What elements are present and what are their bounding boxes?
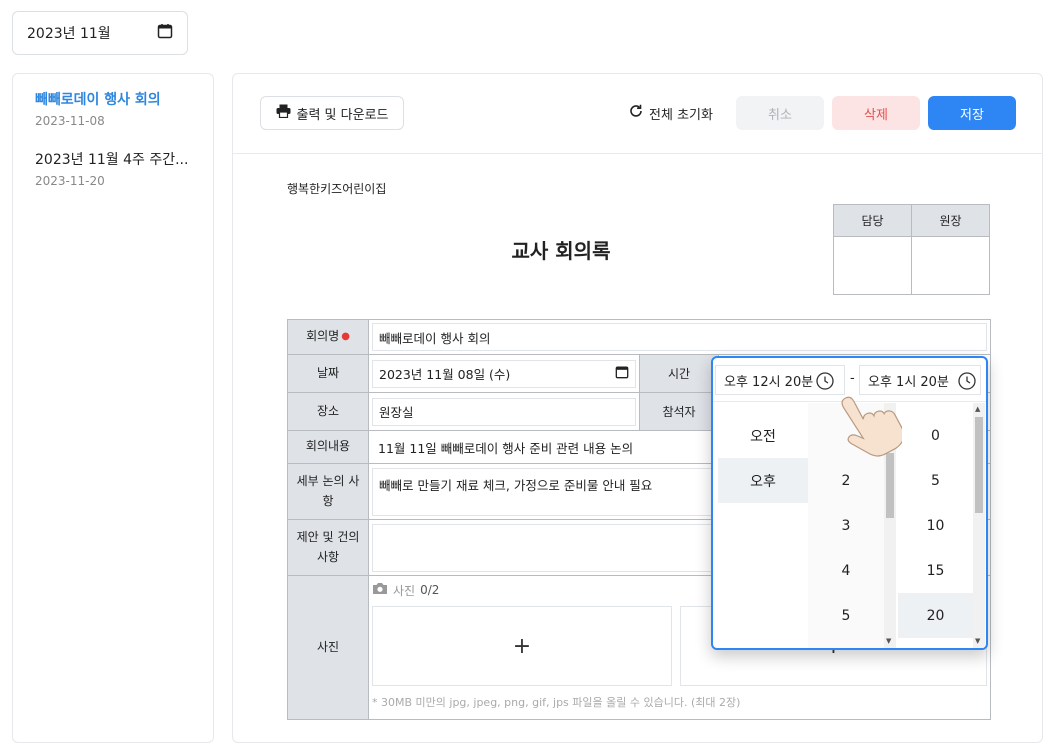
meeting-list-sidebar: 빼빼로데이 행사 회의 2023-11-08 2023년 11월 4주 주간..… <box>12 73 214 743</box>
minute-option[interactable]: 0 <box>898 413 973 458</box>
form-label-suggestion: 제안 및 건의 사항 <box>288 520 369 575</box>
ampm-option-pm[interactable]: 오후 <box>718 458 808 503</box>
pointer-hand-icon <box>832 388 905 460</box>
form-label-detail: 세부 논의 사항 <box>288 464 369 519</box>
photo-count: 0/2 <box>420 583 440 597</box>
scroll-up-arrow-icon[interactable]: ▲ <box>975 406 980 413</box>
calendar-icon <box>615 365 629 382</box>
scroll-down-arrow-icon[interactable]: ▼ <box>975 638 980 645</box>
start-time-input[interactable]: 오후 12시 20분 <box>715 365 845 395</box>
hour-option[interactable]: 2 <box>808 458 884 503</box>
hour-option[interactable]: 3 <box>808 503 884 548</box>
minute-scrollbar[interactable]: ▲ ▼ <box>973 403 985 648</box>
month-picker-value: 2023년 11월 <box>27 26 111 42</box>
approval-header-manager: 담당 <box>833 204 912 237</box>
form-label-name: 회의명 ● <box>288 320 369 354</box>
date-value: 2023년 11월 08일 (수) <box>379 367 511 382</box>
document-title: 교사 회의록 <box>511 239 611 263</box>
calendar-icon <box>157 23 173 43</box>
required-dot-icon: ● <box>341 331 350 342</box>
form-label-time: 시간 <box>639 355 719 392</box>
place-input[interactable]: 원장실 <box>372 397 636 426</box>
organization-name: 행복한키즈어린이집 <box>287 182 387 196</box>
photo-upload-slot-1[interactable]: + <box>372 606 672 686</box>
print-download-label: 출력 및 다운로드 <box>296 107 389 123</box>
ampm-column: 오전 오후 <box>718 403 808 648</box>
reset-all-label: 전체 초기화 <box>649 107 713 123</box>
approval-sign-manager[interactable] <box>833 236 912 295</box>
ampm-option-am[interactable]: 오전 <box>718 413 808 458</box>
hour-scrollbar-thumb[interactable] <box>886 453 894 518</box>
form-label-content: 회의내용 <box>288 431 369 463</box>
start-time-value: 오후 12시 20분 <box>724 374 814 390</box>
printer-icon <box>276 104 291 122</box>
photo-upload-note: * 30MB 미만의 jpg, jpeg, png, gif, jps 파일을 … <box>372 696 741 709</box>
hour-option[interactable]: 4 <box>808 548 884 593</box>
end-time-value: 오후 1시 20분 <box>868 374 949 390</box>
refresh-icon <box>629 104 643 122</box>
form-row-name: 회의명 ● 빼빼로데이 행사 회의 <box>288 320 990 355</box>
save-button[interactable]: 저장 <box>928 96 1016 130</box>
minute-scrollbar-thumb[interactable] <box>975 417 983 513</box>
month-picker[interactable]: 2023년 11월 <box>12 11 188 55</box>
meeting-name-input[interactable]: 빼빼로데이 행사 회의 <box>372 323 987 351</box>
minute-option[interactable]: 10 <box>898 503 973 548</box>
form-label-photo: 사진 <box>288 576 369 719</box>
minute-option-selected[interactable]: 20 <box>898 593 973 638</box>
minute-column: 0 5 10 15 20 <box>898 403 973 648</box>
sidebar-item-meeting[interactable]: 2023년 11월 4주 주간... 2023-11-20 <box>35 149 188 188</box>
reset-all-button[interactable]: 전체 초기화 <box>621 96 721 130</box>
time-range-separator: - <box>850 371 855 386</box>
photo-caption: 사진 <box>393 583 416 598</box>
approval-header-director: 원장 <box>911 204 990 237</box>
scroll-down-arrow-icon[interactable]: ▼ <box>886 638 891 645</box>
sidebar-item-date: 2023-11-20 <box>35 174 105 188</box>
clock-icon <box>958 372 976 394</box>
hour-option[interactable]: 5 <box>808 593 884 638</box>
minute-option[interactable]: 5 <box>898 458 973 503</box>
camera-icon <box>372 582 388 598</box>
form-label-name-text: 회의명 <box>306 329 340 344</box>
sidebar-item-date: 2023-11-08 <box>35 114 105 128</box>
form-label-attendees: 참석자 <box>639 393 719 430</box>
sidebar-item-title: 2023년 11월 4주 주간... <box>35 152 189 168</box>
print-download-button[interactable]: 출력 및 다운로드 <box>260 96 404 130</box>
approval-box: 담당 원장 <box>833 204 990 295</box>
sidebar-item-title: 빼빼로데이 행사 회의 <box>35 92 161 108</box>
delete-button[interactable]: 삭제 <box>832 96 920 130</box>
cancel-button[interactable]: 취소 <box>736 96 824 130</box>
form-label-place: 장소 <box>288 393 369 430</box>
minute-option[interactable]: 15 <box>898 548 973 593</box>
date-input[interactable]: 2023년 11월 08일 (수) <box>372 359 636 388</box>
form-label-date: 날짜 <box>288 355 369 392</box>
toolbar-divider <box>233 153 1042 154</box>
sidebar-item-meeting[interactable]: 빼빼로데이 행사 회의 2023-11-08 <box>35 89 161 128</box>
approval-sign-director[interactable] <box>911 236 990 295</box>
